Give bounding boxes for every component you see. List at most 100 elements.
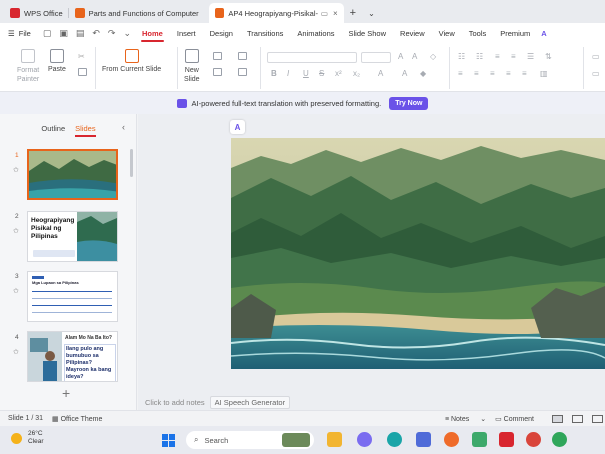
file-explorer-icon[interactable] (327, 432, 342, 447)
decrease-indent-icon[interactable]: ≡ (495, 52, 500, 61)
current-slide-canvas[interactable] (231, 138, 605, 369)
text-effect-icon[interactable]: A (402, 69, 407, 78)
thumbnail-scrollbar[interactable] (130, 149, 133, 177)
font-name-select[interactable] (267, 52, 357, 63)
close-tab-icon[interactable]: × (333, 9, 338, 18)
slide-thumbnail-2[interactable]: Heograpiyang Pisikal ng Pilipinas (27, 211, 118, 262)
bold-button[interactable]: B (271, 69, 277, 78)
text-direction-icon[interactable]: ⇅ (545, 52, 552, 61)
paste-button[interactable]: Paste (48, 49, 66, 73)
copilot-icon[interactable] (357, 432, 372, 447)
menu-transitions[interactable]: Transitions (240, 23, 290, 43)
section-icon[interactable] (213, 68, 222, 76)
windows-start-icon[interactable] (162, 434, 175, 447)
ribbon-divider (95, 47, 96, 89)
file-menu[interactable]: ☰ File (0, 29, 39, 38)
menu-slide-show[interactable]: Slide Show (342, 23, 394, 43)
menu-premium[interactable]: Premium (493, 23, 537, 43)
open-icon[interactable]: ▢ (39, 28, 56, 39)
copy-icon[interactable] (78, 68, 87, 76)
menu-animations[interactable]: Animations (290, 23, 341, 43)
ai-assistant-icon[interactable]: A (541, 29, 546, 38)
add-slide-icon[interactable]: + (62, 385, 70, 401)
menu-view[interactable]: View (432, 23, 462, 43)
strikethrough-button[interactable]: S (319, 69, 324, 78)
decrease-font-icon[interactable]: A (412, 52, 417, 61)
edge-icon[interactable] (387, 432, 402, 447)
highlight-icon[interactable]: ◆ (420, 69, 426, 78)
normal-view-icon[interactable] (552, 415, 563, 423)
slide-2-title: Heograpiyang Pisikal ng Pilipinas (31, 217, 75, 240)
menu-home[interactable]: Home (135, 23, 170, 43)
tab-slides[interactable]: Slides (70, 124, 100, 137)
tab-wps-office[interactable]: WPS Office (4, 3, 69, 23)
shapes-icon[interactable]: ▭ (592, 69, 600, 78)
slide-thumbnail-4[interactable]: Alam Mo Na Ba Ito? Ilang pulo ang bumubu… (27, 331, 118, 382)
menu-tools[interactable]: Tools (462, 23, 494, 43)
font-color-icon[interactable]: A (378, 69, 383, 78)
distributed-icon[interactable]: ≡ (522, 69, 527, 78)
justify-icon[interactable]: ≡ (506, 69, 511, 78)
chrome-profile-icon[interactable] (552, 432, 567, 447)
reset-icon[interactable] (238, 52, 247, 60)
increase-indent-icon[interactable]: ≡ (511, 52, 516, 61)
clear-format-icon[interactable]: ◇ (430, 52, 436, 61)
redo-icon[interactable]: ↷ (104, 28, 120, 39)
italic-button[interactable]: I (287, 69, 289, 78)
cut-icon[interactable]: ✂ (78, 52, 87, 61)
wps-office-icon[interactable] (499, 432, 514, 447)
try-now-button[interactable]: Try Now (389, 96, 429, 110)
menu-review[interactable]: Review (393, 23, 432, 43)
taskbar-search[interactable]: ⌕ Search (186, 431, 314, 449)
align-left-icon[interactable]: ≡ (458, 69, 463, 78)
bullets-icon[interactable]: ☷ (458, 52, 465, 61)
screen-icon[interactable]: ▭ (321, 9, 328, 18)
underline-button[interactable]: U (303, 69, 309, 78)
from-current-slide-label: From Current Slide (102, 66, 162, 73)
numbering-icon[interactable]: ☷ (476, 52, 483, 61)
ai-speech-generator-button[interactable]: AI Speech Generator (209, 395, 291, 409)
firefox-icon[interactable] (444, 432, 459, 447)
tab-ap4-heograpiyang[interactable]: AP4 Heograpiyang-Pisikal-ng ▭ × (208, 3, 344, 23)
office-theme-label[interactable]: ▦ Office Theme (52, 415, 102, 423)
excel-icon[interactable] (472, 432, 487, 447)
slide-sorter-icon[interactable] (572, 415, 583, 423)
save-icon[interactable]: ▤ (72, 28, 89, 39)
menu-insert[interactable]: Insert (170, 23, 203, 43)
font-size-select[interactable] (361, 52, 391, 63)
comment-toggle[interactable]: ▭ Comment (495, 415, 543, 423)
collapse-panel-icon[interactable]: ‹ (122, 122, 125, 132)
store-icon[interactable] (416, 432, 431, 447)
menu-design[interactable]: Design (203, 23, 240, 43)
new-tab-button[interactable]: + (344, 3, 362, 23)
notes-placeholder[interactable]: Click to add notes (145, 398, 205, 407)
line-spacing-icon[interactable]: ☰ (527, 52, 534, 61)
from-current-slide-button[interactable]: From Current Slide (102, 49, 161, 73)
print-icon[interactable]: ▣ (55, 28, 72, 39)
columns-icon[interactable]: ▥ (540, 69, 548, 78)
format-painter-button[interactable]: Format Painter (17, 49, 39, 84)
reuse-slides-icon[interactable] (238, 68, 247, 76)
superscript-button[interactable]: x² (335, 69, 342, 78)
more-chevron-icon[interactable]: ⌄ (119, 28, 135, 39)
subscript-button[interactable]: x₂ (353, 69, 360, 78)
chrome-icon[interactable] (526, 432, 541, 447)
tab-list-chevron-icon[interactable]: ⌄ (362, 3, 381, 23)
undo-icon[interactable]: ↶ (88, 28, 104, 39)
text-box-icon[interactable]: ▭ (592, 52, 600, 61)
notes-toggle[interactable]: ≡ Notes ⌄ (445, 415, 486, 423)
increase-font-icon[interactable]: A (398, 52, 403, 61)
new-slide-button[interactable]: New Slide (184, 49, 200, 84)
slide-3-title: Mga Lupaon sa Pilipinas (32, 280, 79, 285)
tab-parts-and-functions[interactable]: Parts and Functions of Computer an (69, 3, 209, 23)
tab-outline[interactable]: Outline (36, 124, 70, 133)
play-from-current-icon (124, 49, 139, 63)
align-center-icon[interactable]: ≡ (474, 69, 479, 78)
slide-thumbnail-1[interactable] (27, 149, 118, 200)
layout-icon[interactable] (213, 52, 222, 60)
reading-view-icon[interactable] (592, 415, 603, 423)
slide-thumbnail-3[interactable]: Mga Lupaon sa Pilipinas (27, 271, 118, 322)
weather-widget[interactable]: 26°C Clear (11, 430, 44, 446)
align-right-icon[interactable]: ≡ (490, 69, 495, 78)
ai-float-icon[interactable]: A (230, 120, 245, 134)
